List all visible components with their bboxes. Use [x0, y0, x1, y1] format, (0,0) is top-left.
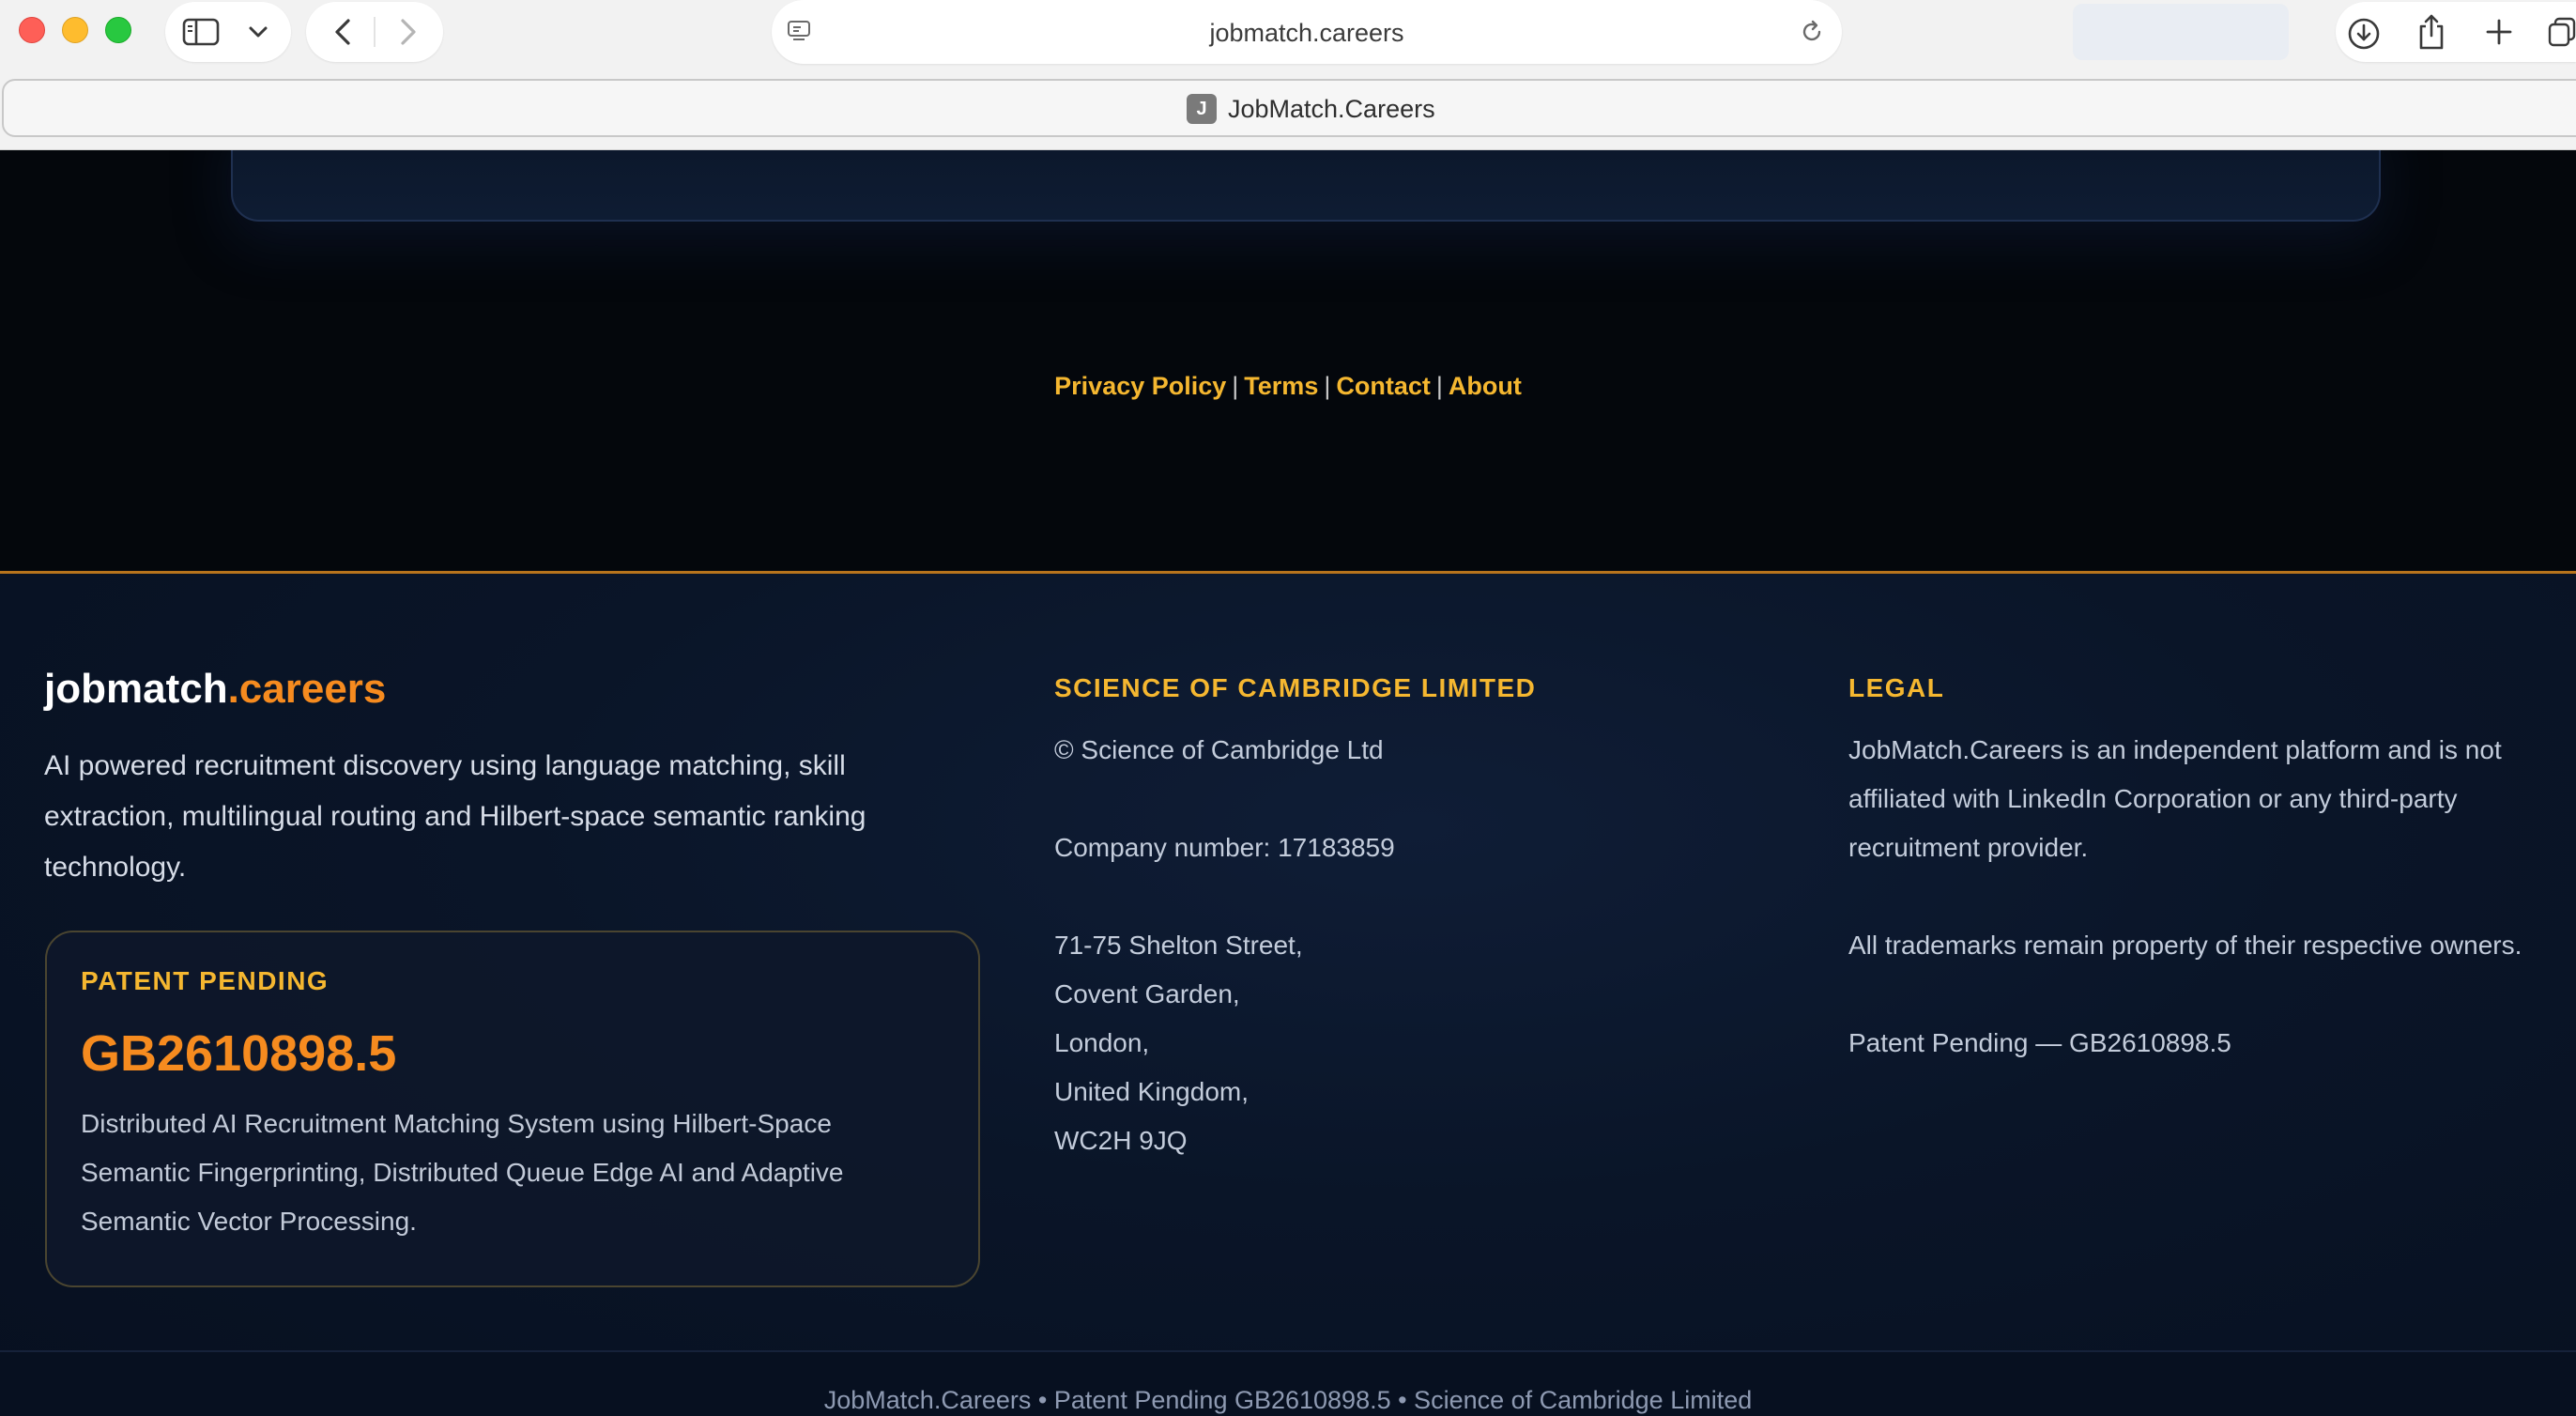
privacy-policy-link[interactable]: Privacy Policy: [1054, 372, 1226, 400]
browser-toolbar: jobmatch.careers J JobMatch.Careers: [0, 0, 2576, 150]
address-line: London,: [1054, 1028, 1150, 1057]
patent-card: PATENT PENDING GB2610898.5 Distributed A…: [45, 931, 980, 1287]
nav-divider: [374, 17, 376, 47]
contact-link[interactable]: Contact: [1336, 372, 1431, 400]
brand-description: AI powered recruitment discovery using l…: [44, 750, 866, 883]
toolbar-actions-group: [2336, 2, 2576, 62]
minimize-window-button[interactable]: [62, 17, 88, 43]
legal-patent-line: Patent Pending — GB2610898.5: [1848, 1028, 2231, 1057]
link-separator: |: [1435, 372, 1443, 400]
footer-brand-logo[interactable]: jobmatch.careers: [44, 666, 386, 713]
download-icon[interactable]: [2345, 15, 2383, 53]
tab-overview-icon[interactable]: [2548, 15, 2576, 49]
about-link[interactable]: About: [1449, 372, 1522, 400]
brand-tld: .careers: [227, 666, 387, 712]
zoom-window-button[interactable]: [105, 17, 131, 43]
address-line: WC2H 9JQ: [1054, 1126, 1188, 1155]
tab-favicon: J: [1187, 94, 1217, 124]
address-bar[interactable]: jobmatch.careers: [772, 0, 1842, 64]
tab-bar: J JobMatch.Careers: [2, 79, 2576, 137]
trademark-notice: All trademarks remain property of their …: [1848, 931, 2522, 960]
patent-label: PATENT PENDING: [81, 966, 330, 995]
forward-icon[interactable]: [392, 15, 424, 49]
url-text: jobmatch.careers: [1209, 19, 1404, 47]
page: jobmatch.careers J JobMatch.Careers Priv…: [0, 0, 2576, 1416]
content-card: [231, 150, 2381, 222]
page-content: Privacy Policy | Terms | Contact | About jobma…: [0, 150, 2576, 1416]
sidebar-toggle-group: [165, 2, 291, 62]
legal-heading: LEGAL: [1848, 673, 1945, 702]
company-address: 71-75 Shelton Street, Covent Garden, Lon…: [1054, 921, 1303, 1165]
company-copyright: © Science of Cambridge Ltd: [1054, 735, 1384, 764]
chevron-down-icon[interactable]: [244, 19, 272, 45]
footer-bottom-bar: JobMatch.Careers • Patent Pending GB2610…: [0, 1350, 2576, 1416]
share-icon[interactable]: [2413, 11, 2450, 53]
company-number: Company number: 17183859: [1054, 833, 1395, 862]
link-separator: |: [1324, 372, 1331, 400]
close-window-button[interactable]: [19, 17, 45, 43]
legal-disclaimer: JobMatch.Careers is an independent platf…: [1848, 735, 2502, 862]
address-line: 71-75 Shelton Street,: [1054, 931, 1303, 960]
reload-icon[interactable]: [1797, 17, 1827, 47]
history-nav-group: [306, 2, 443, 62]
brand-name: jobmatch: [44, 666, 228, 712]
patent-number: GB2610898.5: [81, 1025, 397, 1082]
sidebar-icon[interactable]: [180, 15, 222, 49]
tab-title[interactable]: JobMatch.Careers: [1228, 95, 1435, 124]
footer-nav-links: Privacy Policy | Terms | Contact | About: [0, 372, 2576, 401]
address-line: Covent Garden,: [1054, 979, 1240, 1008]
terms-link[interactable]: Terms: [1244, 372, 1318, 400]
address-line: United Kingdom,: [1054, 1077, 1250, 1106]
back-icon[interactable]: [327, 15, 359, 49]
patent-description: Distributed AI Recruitment Matching Syst…: [81, 1109, 844, 1236]
footer-bottom-text: JobMatch.Careers • Patent Pending GB2610…: [823, 1386, 1753, 1414]
site-footer: jobmatch.careers AI powered recruitment …: [0, 571, 2576, 1416]
toolbar-extension-area: [2073, 4, 2289, 60]
company-heading: SCIENCE OF CAMBRIDGE LIMITED: [1054, 673, 1537, 702]
link-separator: |: [1232, 372, 1239, 400]
new-tab-icon[interactable]: [2482, 15, 2516, 49]
